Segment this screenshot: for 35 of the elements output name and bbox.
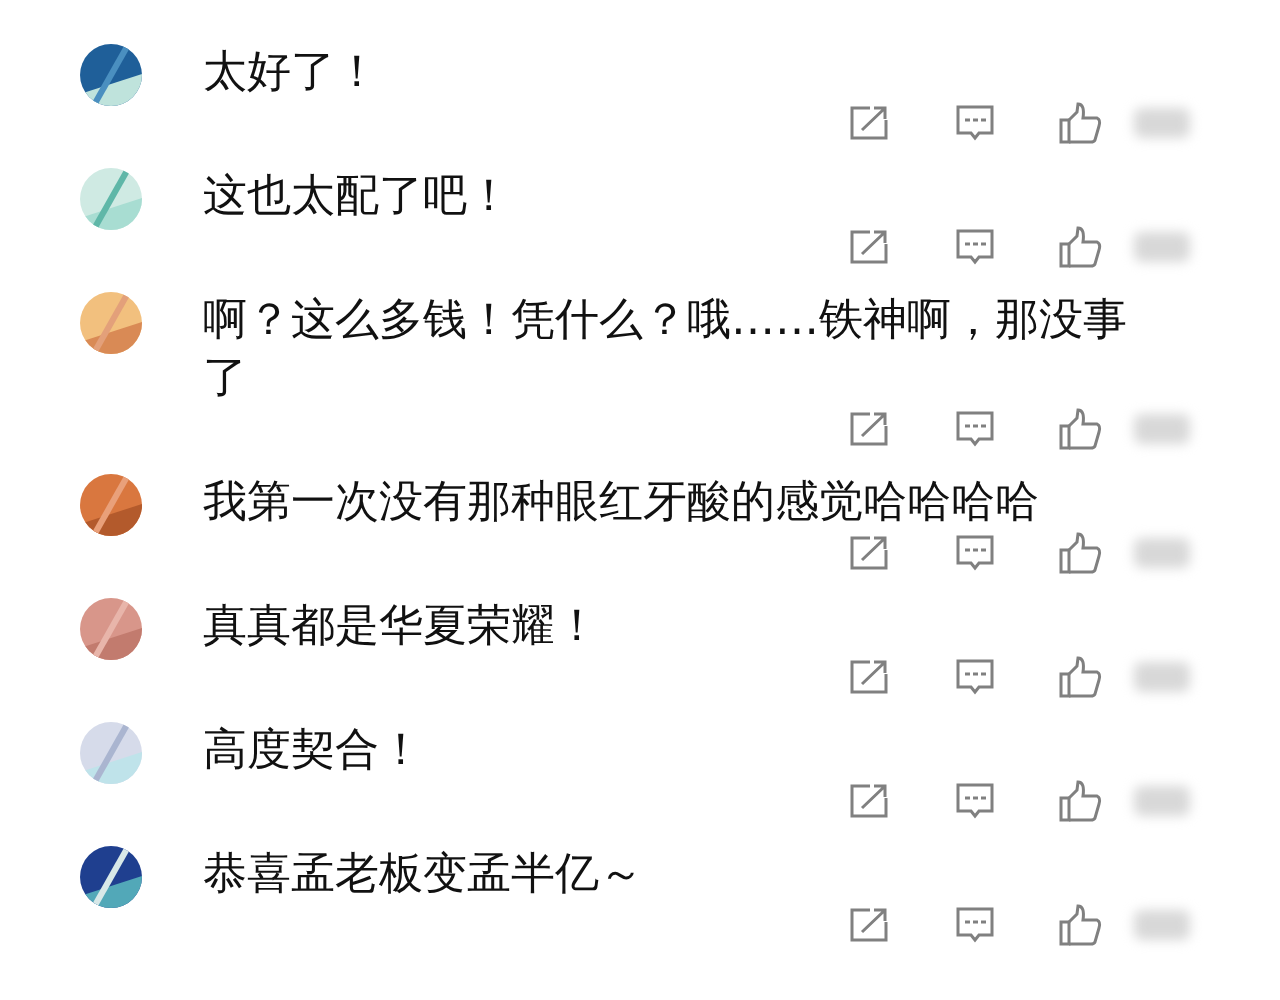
blurred-count xyxy=(1134,108,1190,138)
blurred-count xyxy=(1134,786,1190,816)
share-icon[interactable] xyxy=(850,660,888,694)
blurred-count xyxy=(1134,538,1190,568)
share-icon[interactable] xyxy=(850,230,888,264)
blurred-count xyxy=(1134,414,1190,444)
comment-text: 这也太配了吧！ xyxy=(203,168,512,222)
share-icon[interactable] xyxy=(850,784,888,818)
comment-text: 啊？这么多钱！凭什么？哦……铁神啊，那没事了 xyxy=(203,292,1128,404)
thumbs-up-icon[interactable] xyxy=(1059,780,1103,822)
comment-text: 真真都是华夏荣耀！ xyxy=(203,598,600,652)
thumbs-up-icon[interactable] xyxy=(1059,532,1103,574)
comment-text: 太好了！ xyxy=(203,44,380,98)
comment-icon[interactable] xyxy=(956,659,994,695)
comment-text: 恭喜孟老板变孟半亿～ xyxy=(203,846,644,900)
blurred-count xyxy=(1134,910,1190,940)
thumbs-up-icon[interactable] xyxy=(1059,904,1103,946)
blurred-count xyxy=(1134,232,1190,262)
blurred-count xyxy=(1134,662,1190,692)
share-icon[interactable] xyxy=(850,536,888,570)
comment-icon[interactable] xyxy=(956,907,994,943)
share-icon[interactable] xyxy=(850,908,888,942)
comment-icon[interactable] xyxy=(956,105,994,141)
comment-icon[interactable] xyxy=(956,411,994,447)
comment-icon[interactable] xyxy=(956,229,994,265)
share-icon[interactable] xyxy=(850,412,888,446)
comment-icon[interactable] xyxy=(956,535,994,571)
thumbs-up-icon[interactable] xyxy=(1059,226,1103,268)
comment-icon[interactable] xyxy=(956,783,994,819)
share-icon[interactable] xyxy=(850,106,888,140)
thumbs-up-icon[interactable] xyxy=(1059,102,1103,144)
comment-text: 高度契合！ xyxy=(203,722,424,776)
thumbs-up-icon[interactable] xyxy=(1059,408,1103,450)
thumbs-up-icon[interactable] xyxy=(1059,656,1103,698)
comment-text: 我第一次没有那种眼红牙酸的感觉哈哈哈哈 xyxy=(203,474,1040,528)
